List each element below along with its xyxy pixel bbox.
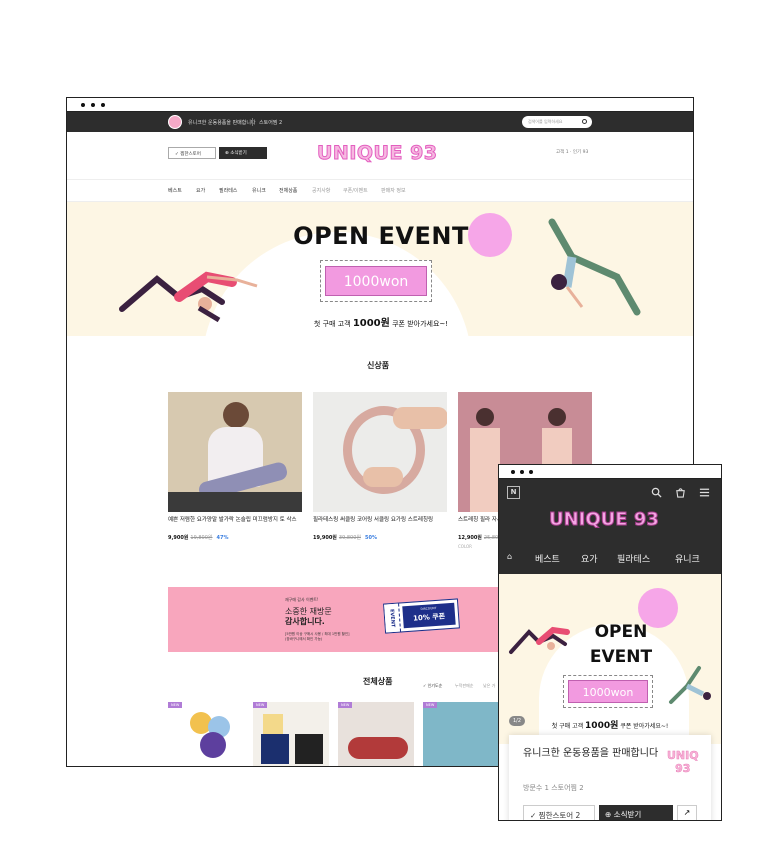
store-description: 유니크한 운동용품을 판매합니다 (523, 748, 659, 759)
mobile-header: N UNIQUE 93 ⌂ 베스트 요가 필라테스 유니크 (499, 479, 721, 574)
nav-best[interactable]: 베스트 (168, 187, 182, 194)
window-chrome (67, 98, 693, 112)
mobile-event-banner[interactable]: OPEN EVENT 1000won 1/2 첫 구매 고객 1000원 쿠폰 받… (499, 574, 721, 744)
naver-icon[interactable]: N (507, 486, 520, 499)
nav-yoga[interactable]: 요가 (581, 552, 598, 565)
cart-icon[interactable] (675, 487, 686, 498)
yoga-figure-right (669, 666, 711, 704)
news-button[interactable]: ⊕ 소식받기 (599, 805, 673, 820)
event-small-text: 재구매 감사 이벤트! (285, 597, 319, 602)
store-logo[interactable]: UNIQUE 93 (317, 142, 438, 165)
header: ✓ 찜한스토어 ⊕ 소식받기 UNIQUE 93 고객 1 · 인기 93 (67, 132, 693, 180)
nav-yoga[interactable]: 요가 (196, 187, 205, 194)
new-badge: NEW (253, 702, 268, 708)
menu-icon[interactable] (699, 487, 710, 498)
store-message: 유니크한 운동용품을 판매합니다 (188, 120, 256, 126)
product-image[interactable] (168, 392, 302, 512)
visit-stats: 방문수 1 스토어찜 2 (523, 784, 584, 792)
coupon-amount: 1000won (325, 266, 427, 296)
all-products-title: 전체상품 (363, 677, 393, 686)
nav-coupon[interactable]: 쿠폰/이벤트 (343, 187, 368, 194)
top-bar: 유니크한 운동용품을 판매합니다 스토어찜 2 검색어를 입력하세요 (67, 112, 693, 132)
product-name[interactable]: 필라테스링 써클링 코어링 서클링 요가링 스트레칭링 (313, 516, 447, 532)
product-price: 9,900원 19,800원 47% (168, 535, 229, 541)
mobile-window: N UNIQUE 93 ⌂ 베스트 요가 필라테스 유니크 OPEN EVENT … (498, 464, 722, 821)
coupon-box[interactable]: 1000won (320, 260, 432, 302)
new-badge: NEW (168, 702, 183, 708)
coupon-box[interactable]: 1000won (563, 675, 653, 708)
search-icon[interactable] (651, 487, 662, 498)
product-thumb[interactable]: NEW (253, 702, 329, 766)
nav-unique[interactable]: 유니크 (675, 552, 700, 565)
nav-best[interactable]: 베스트 (535, 552, 560, 565)
store-logo[interactable]: UNIQUE 93 (549, 509, 660, 531)
main-nav: 베스트 요가 필라테스 유니크 전체상품 공지사항 쿠폰/이벤트 판매자 정보 (67, 180, 693, 202)
nav-all[interactable]: 전체상품 (279, 187, 297, 194)
search-icon[interactable] (582, 119, 587, 124)
news-button[interactable]: ⊕ 소식받기 (219, 147, 267, 159)
product-card[interactable]: 예쁜 저렴한 요가양말 발가락 논슬립 미끄럼방지 토 삭스 9,900원 19,… (168, 392, 302, 541)
nav-pilates[interactable]: 필라테스 (617, 552, 650, 565)
event-headline: 소중한 재방문 감사합니다. (285, 607, 332, 626)
event-banner[interactable]: OPEN EVENT 1000won 첫 구매 고객 1000원 쿠폰 받아가세… (67, 202, 693, 336)
product-card[interactable]: 필라테스링 써클링 코어링 서클링 요가링 스트레칭링 19,900원 39,80… (313, 392, 447, 541)
sort-low-price[interactable]: 낮은 가 (483, 683, 495, 689)
banner-subtitle: 첫 구매 고객 1000원 쿠폰 받아가세요~! (313, 318, 449, 329)
banner-title: OPEN EVENT (293, 222, 469, 250)
new-badge: NEW (423, 702, 438, 708)
sort-popular[interactable]: ✓ 인기도순 (423, 683, 442, 689)
search-input[interactable]: 검색어를 입력하세요 (522, 116, 592, 128)
window-chrome (499, 465, 721, 479)
mini-logo: UNIQ 93 (667, 749, 699, 776)
home-icon[interactable]: ⌂ (507, 552, 512, 561)
yoga-figure-left (509, 626, 570, 654)
coupon-ticket[interactable]: EVENT DISCOUNT 10% 쿠폰 (383, 598, 460, 634)
event-fine-print: [5만원 이상 구매시 사용 / 최대 1만원 할인] (장바구니에서 확인 가능… (285, 632, 350, 641)
banner-subtitle: 첫 구매 고객 1000원 쿠폰 받아가세요~! (551, 721, 669, 731)
header-stats: 고객 1 · 인기 93 (556, 150, 589, 155)
new-products-title: 신상품 (367, 361, 390, 370)
fav-store-button[interactable]: ✓ 찜한스토어 (168, 147, 216, 159)
sort-sales[interactable]: 누적판매순 (455, 683, 473, 689)
product-image[interactable] (313, 392, 447, 512)
nav-pilates[interactable]: 필라테스 (219, 187, 237, 194)
store-info-card: 유니크한 운동용품을 판매합니다 UNIQ 93 방문수 1 스토어찜 2 ✓ 찜… (509, 735, 711, 820)
coupon-amount: 1000won (568, 680, 648, 703)
nav-unique[interactable]: 유니크 (252, 187, 266, 194)
product-thumb[interactable]: NEW (423, 702, 499, 766)
product-price: 19,900원 39,800원 50% (313, 535, 377, 541)
new-badge: NEW (338, 702, 353, 708)
nav-notice[interactable]: 공지사항 (312, 187, 330, 194)
nav-seller[interactable]: 판매자 정보 (381, 187, 406, 194)
share-icon[interactable]: ↗ (677, 805, 697, 820)
fav-store-button[interactable]: ✓ 찜한스토어 2 (523, 805, 595, 820)
store-follow-count: 스토어찜 2 (259, 120, 283, 126)
banner-title: OPEN EVENT (589, 622, 653, 667)
product-name[interactable]: 예쁜 저렴한 요가양말 발가락 논슬립 미끄럼방지 토 삭스 (168, 516, 302, 532)
product-thumb[interactable]: NEW (338, 702, 414, 766)
store-avatar[interactable] (168, 115, 182, 129)
product-thumb[interactable]: NEW (168, 702, 244, 766)
